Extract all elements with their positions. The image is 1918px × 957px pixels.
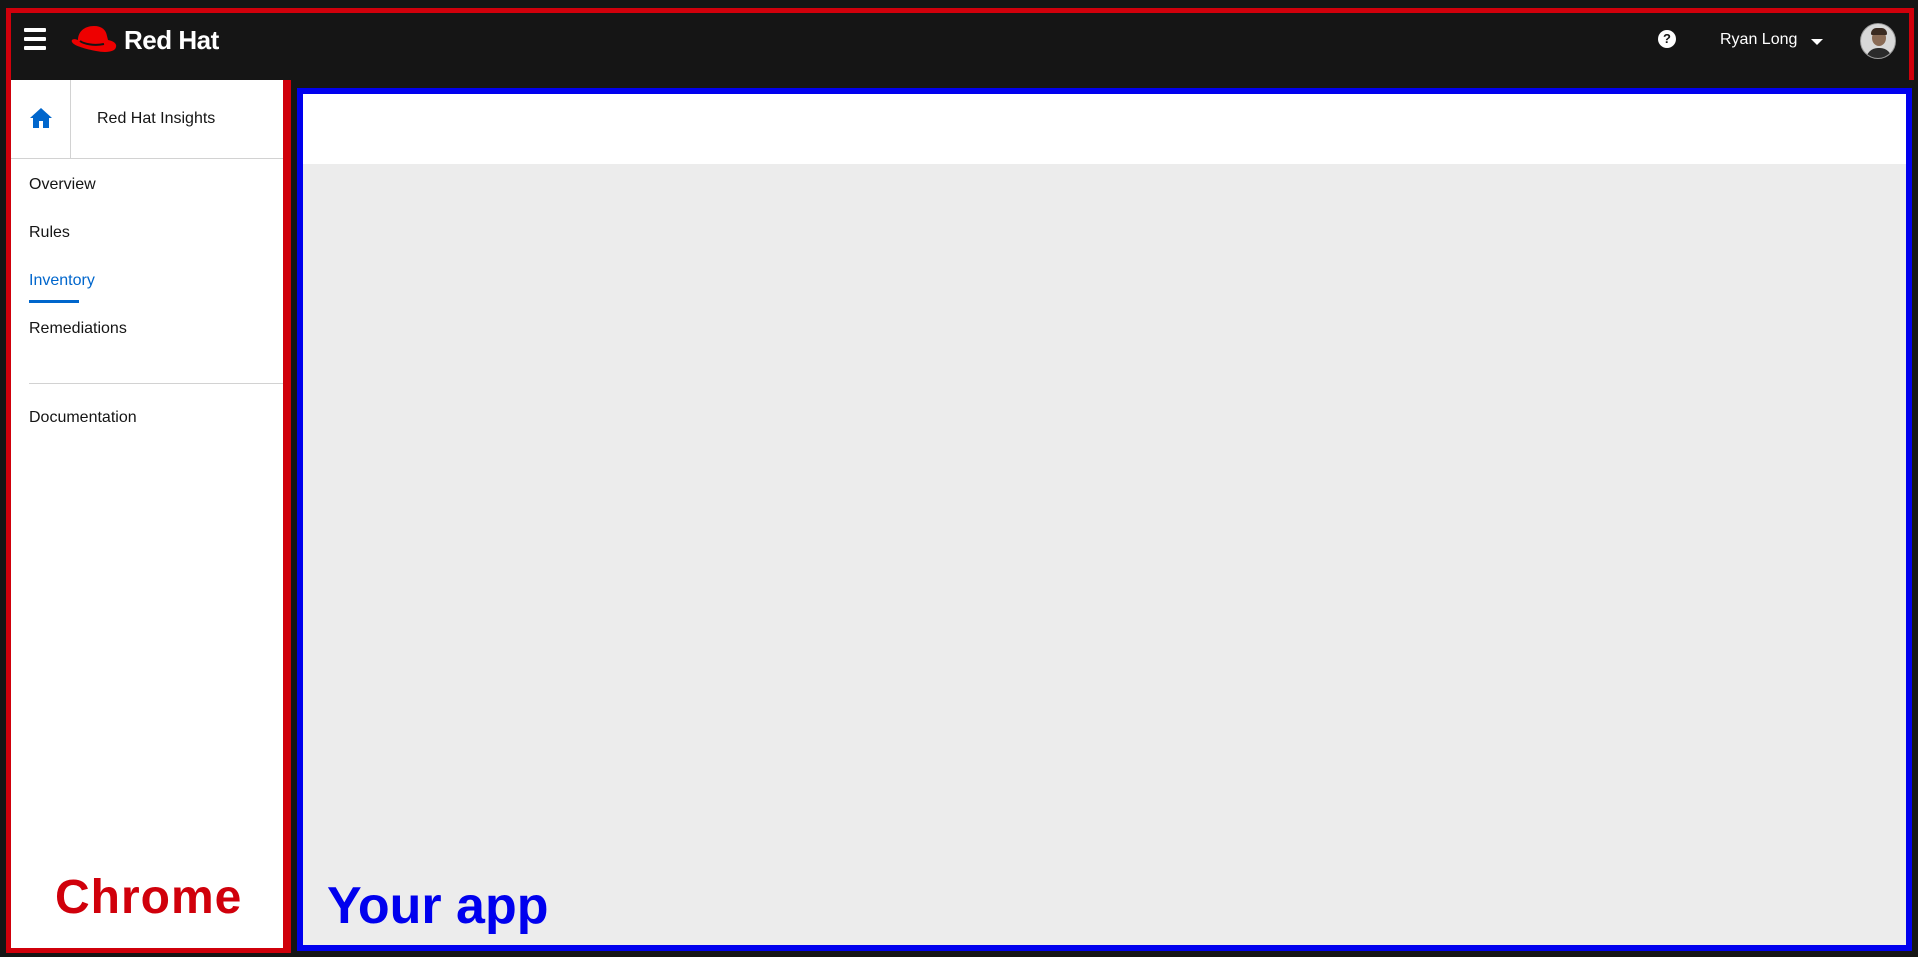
user-name: Ryan Long [1720,31,1798,48]
caret-down-icon [1811,38,1824,45]
sidebar-item-inventory[interactable]: Inventory [29,272,95,290]
hamburger-icon[interactable] [22,28,50,54]
chrome-frame-right-edge [286,80,291,953]
app-title[interactable]: Red Hat Insights [97,110,215,128]
help-icon[interactable]: ? [1658,30,1676,48]
home-button[interactable] [11,80,71,159]
sidebar-item-remediations[interactable]: Remediations [29,320,127,338]
app-content-area: Your app [297,88,1912,951]
user-menu-toggle[interactable]: Ryan Long [1720,28,1824,52]
home-icon [30,108,52,128]
redhat-logo-icon [71,26,117,52]
sidebar-item-overview[interactable]: Overview [29,176,96,194]
app-header-bar [303,94,1906,164]
chrome-frame-top [6,8,1914,80]
sidebar-item-documentation[interactable]: Documentation [29,409,137,427]
sidebar-header: Red Hat Insights [11,80,283,159]
brand-name: Red Hat [124,24,219,55]
active-indicator [29,300,79,303]
sidebar-nav: Red Hat Insights Overview Rules Inventor… [6,80,288,953]
masthead: Red Hat ? Ryan Long [0,0,1918,80]
sidebar-item-rules[interactable]: Rules [29,224,70,242]
chrome-annotation-label: Chrome [55,871,243,924]
app-annotation-label: Your app [327,877,549,935]
brand-logo[interactable]: Red Hat [70,20,219,60]
nav-divider [29,383,283,384]
avatar[interactable] [1860,23,1896,59]
